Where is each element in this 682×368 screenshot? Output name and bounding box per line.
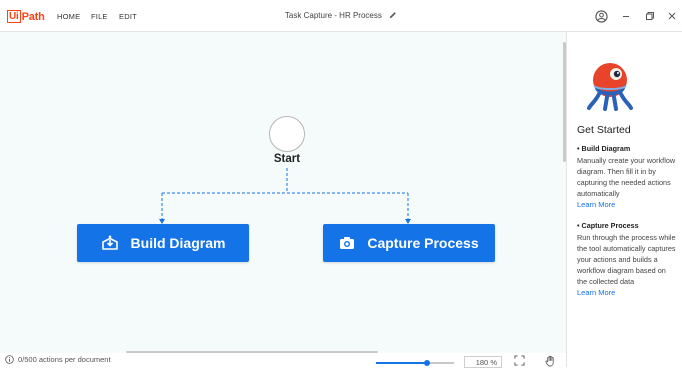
get-started-panel: Get Started • Build Diagram Manually cre… bbox=[566, 32, 682, 367]
build-diagram-description: Manually create your workflow diagram. T… bbox=[577, 156, 676, 198]
hand-pan-icon[interactable] bbox=[545, 355, 556, 367]
actions-counter-text: 0/500 actions per document bbox=[18, 355, 111, 364]
capture-process-learn-more-link[interactable]: Learn More bbox=[577, 288, 615, 297]
diagram-canvas[interactable]: Start Build Diagram Capture Process bbox=[0, 32, 566, 353]
menu-edit[interactable]: EDIT bbox=[119, 12, 137, 21]
build-diagram-icon bbox=[101, 235, 119, 251]
zoom-slider[interactable] bbox=[376, 360, 454, 366]
get-started-title: Get Started bbox=[577, 124, 631, 136]
capture-process-description: Run through the process while the tool a… bbox=[577, 233, 676, 286]
minimize-icon[interactable] bbox=[619, 9, 633, 23]
zoom-slider-fill bbox=[376, 362, 427, 364]
build-diagram-learn-more-link[interactable]: Learn More bbox=[577, 200, 615, 209]
logo-path-text: Path bbox=[21, 10, 45, 23]
title-bar: Ui Path HOME FILE EDIT Task Capture - HR … bbox=[0, 0, 682, 32]
status-bar: 0/500 actions per document 180 % bbox=[0, 353, 566, 368]
window-title: Task Capture - HR Process bbox=[284, 11, 382, 21]
fit-screen-icon[interactable] bbox=[514, 355, 525, 366]
zoom-slider-thumb[interactable] bbox=[423, 360, 430, 366]
account-icon[interactable] bbox=[594, 9, 608, 23]
logo-ui-box: Ui bbox=[7, 10, 21, 23]
capture-process-label: Capture Process bbox=[367, 235, 479, 251]
zoom-level-field[interactable]: 180 % bbox=[464, 356, 502, 368]
restore-icon[interactable] bbox=[643, 9, 657, 23]
uipath-logo: Ui Path bbox=[7, 9, 45, 24]
start-node[interactable] bbox=[269, 116, 305, 152]
actions-counter: 0/500 actions per document bbox=[5, 355, 111, 364]
menu-file[interactable]: FILE bbox=[91, 12, 108, 21]
close-icon[interactable] bbox=[665, 9, 679, 23]
menu-home[interactable]: HOME bbox=[57, 12, 80, 21]
build-diagram-button[interactable]: Build Diagram bbox=[77, 224, 249, 262]
connector-lines bbox=[159, 168, 411, 224]
robot-mascot-image bbox=[585, 54, 635, 117]
zoom-level-text: 180 % bbox=[475, 357, 497, 367]
info-icon bbox=[5, 355, 14, 364]
build-diagram-heading: • Build Diagram bbox=[577, 144, 631, 153]
start-label: Start bbox=[273, 153, 301, 165]
capture-process-button[interactable]: Capture Process bbox=[323, 224, 495, 262]
build-diagram-label: Build Diagram bbox=[130, 235, 226, 251]
capture-process-heading: • Capture Process bbox=[577, 221, 639, 230]
camera-icon bbox=[339, 236, 355, 250]
pencil-icon[interactable] bbox=[389, 11, 397, 21]
